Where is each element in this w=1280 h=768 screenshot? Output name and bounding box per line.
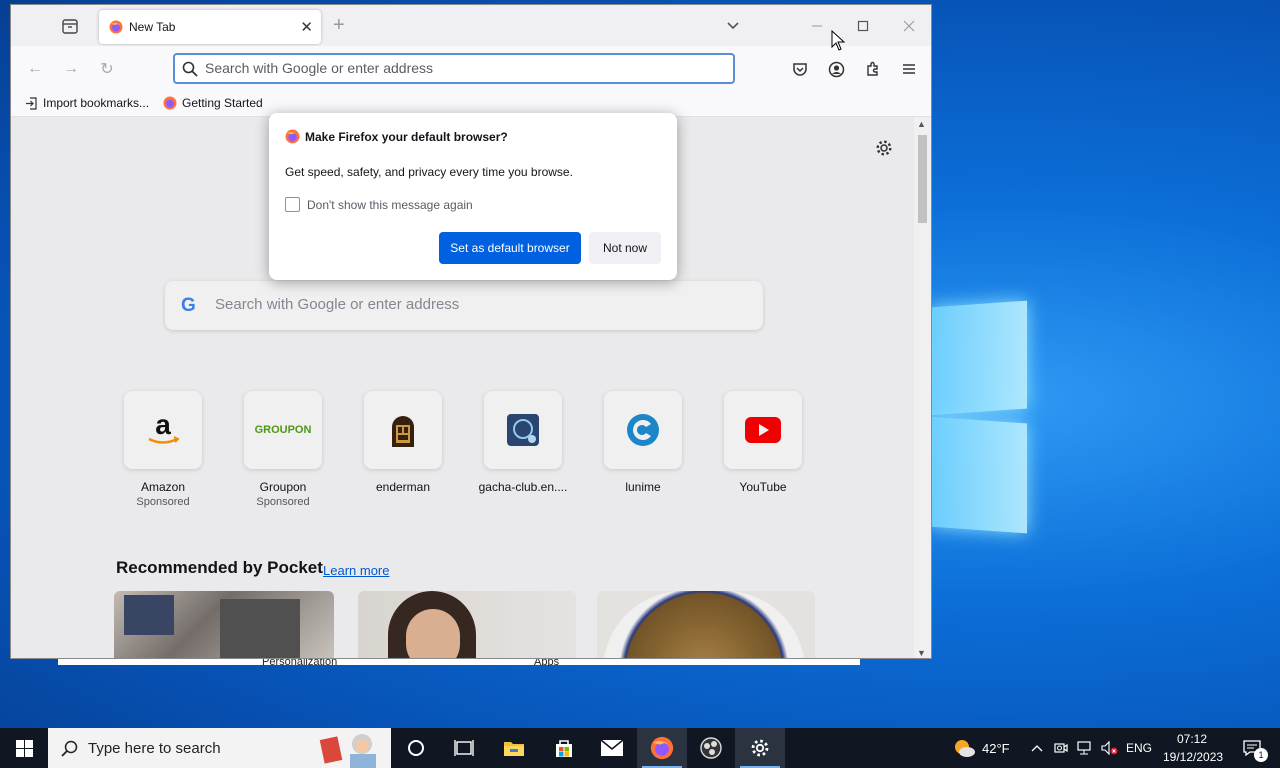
taskbar-search-placeholder: Type here to search: [88, 740, 221, 757]
start-button[interactable]: [0, 728, 48, 768]
pocket-icon: [793, 63, 807, 76]
nav-bar: ← → ↻: [11, 46, 931, 91]
maximize-button[interactable]: [840, 5, 886, 46]
cortana-circle-icon: [408, 740, 424, 756]
microsoft-store-button[interactable]: [540, 728, 588, 768]
url-input[interactable]: [205, 60, 705, 76]
forward-arrow-icon[interactable]: →: [61, 59, 81, 79]
taskbar: Type here to search 42°F ENG 07:12 19/12…: [0, 728, 1280, 768]
camera-tray-icon: [1054, 743, 1068, 753]
notification-center-button[interactable]: 1: [1232, 728, 1272, 768]
bookmark-label: Getting Started: [182, 96, 263, 110]
firefox-icon: [285, 129, 300, 144]
minimize-icon: [812, 25, 822, 26]
scrollbar-thumb[interactable]: [918, 135, 927, 223]
not-now-button[interactable]: Not now: [589, 232, 661, 264]
search-icon: [61, 740, 78, 757]
tab-title: New Tab: [129, 20, 176, 34]
clock-time[interactable]: 07:12: [1177, 732, 1207, 746]
firefox-icon: [650, 736, 674, 760]
close-button[interactable]: [886, 5, 931, 46]
list-all-tabs-button[interactable]: [725, 17, 741, 36]
back-arrow-icon[interactable]: ←: [25, 59, 45, 79]
chevron-up-icon: [1031, 745, 1043, 752]
default-browser-dialog: Make Firefox your default browser? Get s…: [269, 113, 677, 280]
cortana-button[interactable]: [392, 728, 440, 768]
checkbox-label: Don't show this message again: [307, 197, 473, 212]
reload-icon[interactable]: ↻: [97, 59, 117, 79]
search-icon: [182, 61, 198, 77]
account-button[interactable]: [826, 59, 846, 79]
mail-envelope-icon: [600, 739, 624, 756]
weather-temp: 42°F: [982, 740, 1010, 756]
tab-close-icon[interactable]: ✕: [300, 18, 313, 36]
firefox-taskbar-button[interactable]: [637, 728, 687, 768]
tray-volume[interactable]: [1098, 728, 1120, 768]
bookmark-label: Import bookmarks...: [43, 96, 150, 110]
notification-count-badge: 1: [1254, 748, 1268, 762]
dialog-title: Make Firefox your default browser?: [305, 130, 508, 144]
file-explorer-button[interactable]: [490, 728, 538, 768]
tray-network[interactable]: [1074, 728, 1096, 768]
firefox-icon: [163, 96, 177, 110]
folder-icon: [504, 742, 524, 756]
new-tab-plus-icon[interactable]: +: [333, 15, 345, 35]
firefox-window: New Tab ✕ + ← → ↻ Search with Google or …: [10, 4, 932, 659]
puzzle-icon: [867, 61, 878, 76]
dont-show-checkbox-row[interactable]: Don't show this message again: [285, 197, 473, 212]
account-icon: [828, 61, 844, 77]
volume-muted-icon: [1101, 740, 1118, 756]
url-bar[interactable]: [173, 53, 735, 84]
tab-new-tab[interactable]: New Tab ✕: [99, 10, 321, 44]
tab-bar: New Tab ✕ +: [11, 5, 931, 46]
obs-button[interactable]: [687, 728, 735, 768]
language-indicator[interactable]: ENG: [1126, 741, 1152, 755]
scroll-down-icon[interactable]: ▼: [917, 648, 926, 658]
scroll-up-icon[interactable]: ▲: [917, 119, 926, 129]
obs-icon: [700, 737, 722, 759]
bookmark-getting-started[interactable]: Getting Started: [163, 96, 263, 110]
network-icon: [1077, 741, 1091, 755]
show-hidden-icons-button[interactable]: [1027, 728, 1047, 768]
mouse-cursor-icon: [831, 30, 845, 51]
windows-logo-wallpaper: [930, 296, 1030, 536]
store-bag-icon: [556, 740, 572, 757]
weather-widget[interactable]: 42°F: [952, 728, 1032, 768]
mail-button[interactable]: [588, 728, 636, 768]
search-highlight-illustration-icon: [319, 734, 376, 768]
taskbar-search-box[interactable]: Type here to search: [48, 728, 391, 768]
maximize-icon: [857, 20, 869, 31]
hamburger-menu-icon: [903, 64, 915, 74]
task-view-icon: [454, 740, 474, 756]
task-view-button[interactable]: [440, 728, 488, 768]
chevron-down-icon: [727, 22, 739, 30]
menu-button[interactable]: [899, 59, 919, 79]
dialog-body: Get speed, safety, and privacy every tim…: [285, 165, 573, 179]
tray-meet-now[interactable]: [1050, 728, 1072, 768]
windows-start-icon: [15, 739, 33, 757]
clock-date[interactable]: 19/12/2023: [1163, 750, 1223, 764]
dont-show-checkbox[interactable]: [285, 197, 300, 212]
pocket-button[interactable]: [790, 59, 810, 79]
firefox-icon: [109, 20, 123, 34]
firefox-view-button[interactable]: [61, 17, 81, 35]
import-icon: [26, 96, 37, 110]
set-default-button[interactable]: Set as default browser: [439, 232, 581, 264]
vertical-scrollbar[interactable]: ▲ ▼: [914, 117, 931, 658]
partly-sunny-icon: [955, 740, 975, 757]
firefox-view-icon: [62, 19, 78, 34]
bookmark-import[interactable]: Import bookmarks...: [25, 96, 149, 110]
extensions-button[interactable]: [863, 59, 883, 79]
settings-taskbar-button[interactable]: [735, 728, 785, 768]
close-icon: [903, 20, 915, 31]
gear-icon: [751, 739, 769, 757]
